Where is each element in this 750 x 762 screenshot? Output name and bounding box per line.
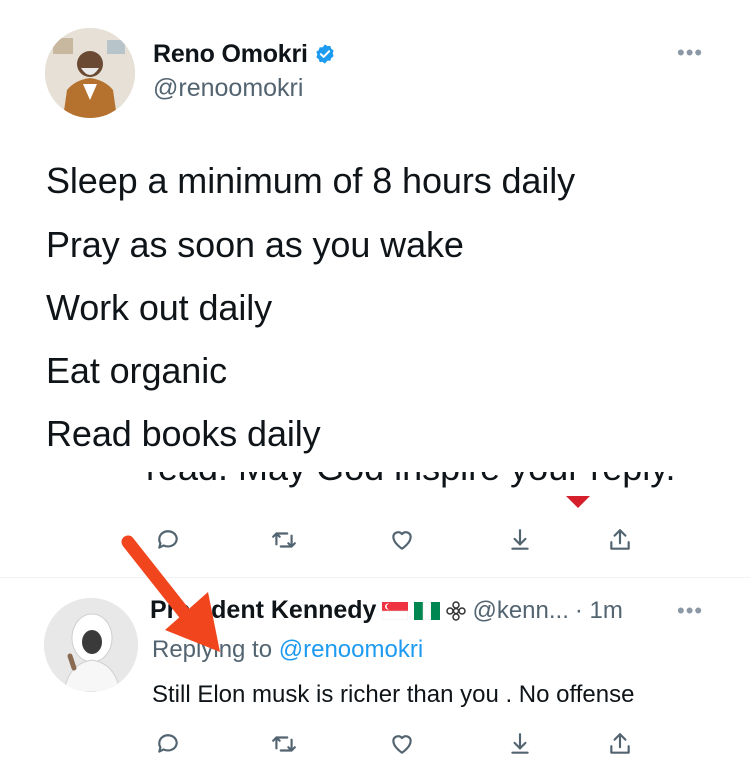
retweet-button[interactable] <box>266 522 302 558</box>
more-icon[interactable]: ••• <box>677 40 703 66</box>
annotation-arrow-icon <box>121 535 220 652</box>
author-handle[interactable]: @renoomokri <box>153 74 303 103</box>
nigeria-flag-icon <box>414 601 441 620</box>
author-avatar[interactable] <box>45 28 135 118</box>
reply-author-handle[interactable]: @kenn... <box>472 597 568 625</box>
share-icon <box>610 733 630 754</box>
reply-text: Still Elon musk is richer than you . No … <box>152 681 635 708</box>
tweet-line-partial: read. May God inspire your reply. <box>46 472 686 508</box>
reply-icon <box>158 734 178 753</box>
reply-like-button[interactable] <box>384 726 420 762</box>
like-icon <box>392 735 412 754</box>
tweet-line-1: Sleep a minimum of 8 hours daily <box>46 160 576 201</box>
reply-bookmark-button[interactable] <box>502 726 538 762</box>
author-name[interactable]: Reno Omokri <box>153 40 308 68</box>
reply-time[interactable]: · 1m <box>575 597 623 625</box>
share-icon <box>610 529 630 550</box>
bookmark-button[interactable] <box>502 522 538 558</box>
download-icon <box>511 529 529 550</box>
like-button[interactable] <box>384 522 420 558</box>
retweet-icon <box>272 532 296 548</box>
red-triangle-emoji <box>566 496 590 508</box>
reply-more-icon[interactable]: ••• <box>677 598 703 624</box>
share-button[interactable] <box>602 522 638 558</box>
flower-icon <box>446 600 467 621</box>
tweet-line-3: Work out daily <box>46 287 273 328</box>
singapore-flag-icon <box>382 601 409 620</box>
reply-share-button[interactable] <box>602 726 638 762</box>
verified-icon <box>314 43 336 70</box>
tweet-line-4: Eat organic <box>46 350 228 391</box>
reply-reply-button[interactable] <box>150 726 186 762</box>
retweet-icon <box>272 736 296 752</box>
tweet-line-5: Read books daily <box>46 413 321 454</box>
like-icon <box>392 531 412 550</box>
download-icon <box>511 733 529 754</box>
tweet-line-2: Pray as soon as you wake <box>46 224 464 265</box>
reply-retweet-button[interactable] <box>266 726 302 762</box>
author-name-row[interactable]: Reno Omokri <box>153 40 336 70</box>
replying-to-handle[interactable]: @renoomokri <box>279 636 423 663</box>
